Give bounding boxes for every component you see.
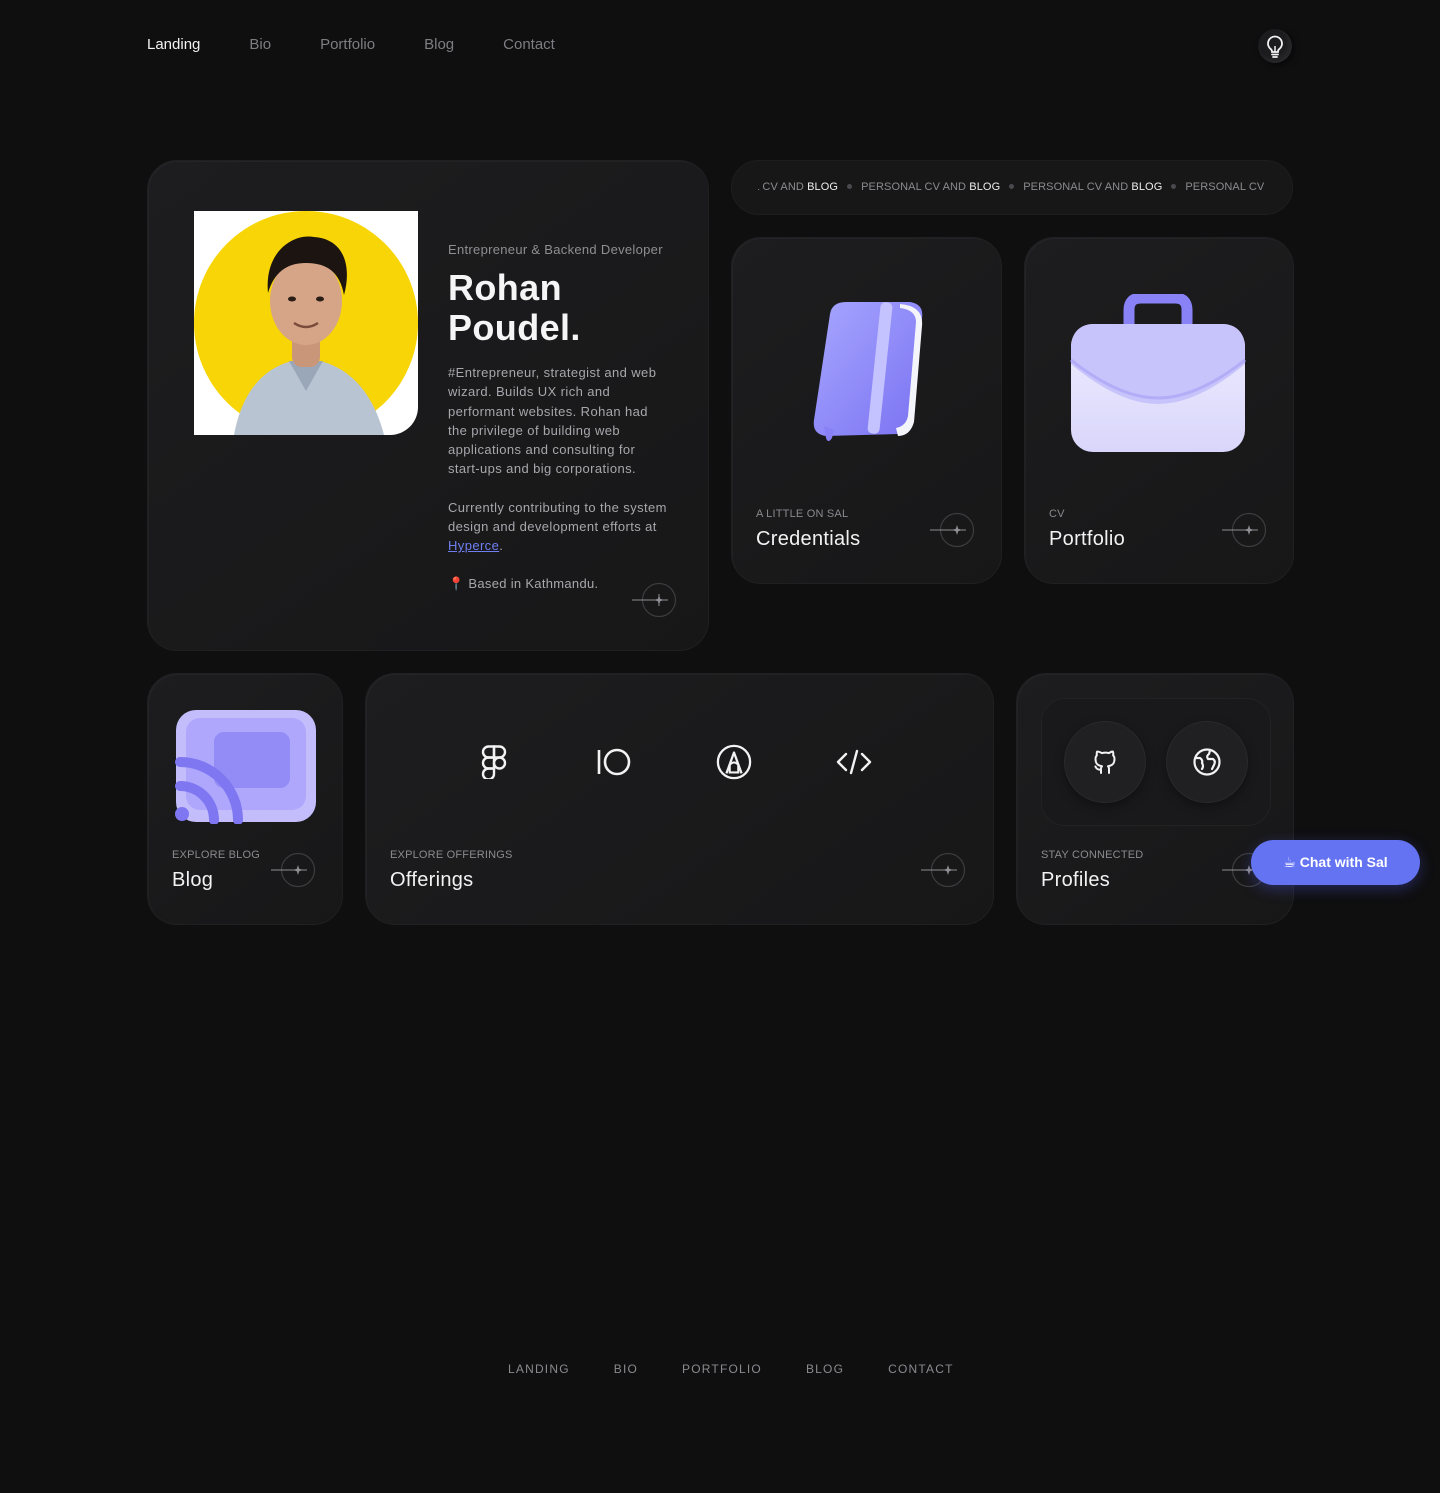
nav-landing[interactable]: Landing bbox=[147, 36, 200, 53]
rss-cast-icon bbox=[175, 710, 316, 824]
social-links-box bbox=[1041, 698, 1271, 826]
role-label: Entrepreneur & Backend Developer bbox=[448, 242, 663, 257]
marquee-item: PERSONAL CV AND BLOG bbox=[861, 181, 1001, 193]
marquee-dot bbox=[1009, 184, 1015, 190]
bio-paragraph-2: Currently contributing to the system des… bbox=[448, 498, 668, 556]
credentials-eyebrow: A LITTLE ON SAL bbox=[756, 508, 849, 520]
offerings-eyebrow: EXPLORE OFFERINGS bbox=[390, 849, 513, 861]
offerings-icon-row bbox=[476, 744, 872, 780]
person-name: Rohan Poudel. bbox=[448, 268, 668, 348]
nav-contact[interactable]: Contact bbox=[503, 36, 555, 53]
footer-landing[interactable]: LANDING bbox=[508, 1362, 570, 1376]
footer-contact[interactable]: CONTACT bbox=[888, 1362, 954, 1376]
intro-card[interactable]: Entrepreneur & Backend Developer Rohan P… bbox=[147, 160, 709, 651]
blog-card[interactable]: EXPLORE BLOG Blog bbox=[147, 673, 343, 925]
code-icon bbox=[836, 744, 872, 780]
nav-bio[interactable]: Bio bbox=[249, 36, 271, 53]
marquee-banner: AL CV AND BLOG PERSONAL CV AND BLOG PERSON… bbox=[731, 160, 1293, 215]
name-line-1: Rohan bbox=[448, 267, 562, 308]
arrow-icon[interactable] bbox=[1222, 512, 1268, 548]
credentials-label: A LITTLE ON SAL Credentials bbox=[756, 508, 860, 551]
profiles-eyebrow: STAY CONNECTED bbox=[1041, 849, 1144, 861]
footer-portfolio[interactable]: PORTFOLIO bbox=[682, 1362, 762, 1376]
figma-icon bbox=[476, 744, 512, 780]
arrow-icon[interactable] bbox=[632, 582, 678, 618]
footer-bio[interactable]: BIO bbox=[614, 1362, 638, 1376]
credentials-card[interactable]: A LITTLE ON SAL Credentials bbox=[731, 237, 1002, 584]
marquee-item: PERSONAL CV AND BLOG bbox=[1023, 181, 1163, 193]
book-icon bbox=[813, 302, 923, 441]
intro-text: Entrepreneur & Backend Developer Rohan P… bbox=[448, 241, 668, 592]
blog-title: Blog bbox=[172, 869, 214, 891]
bio-paragraph-1: #Entrepreneur, strategist and web wizard… bbox=[448, 365, 657, 477]
lightbulb-icon bbox=[1267, 35, 1283, 58]
profiles-card[interactable]: STAY CONNECTED Profiles bbox=[1016, 673, 1294, 925]
website-button[interactable] bbox=[1166, 721, 1248, 803]
marquee-track: AL CV AND BLOG PERSONAL CV AND BLOG PERSON… bbox=[758, 181, 1270, 193]
nav-portfolio[interactable]: Portfolio bbox=[320, 36, 375, 53]
pin-icon: 📍 bbox=[448, 575, 465, 591]
marquee-item: PERSONAL CV bbox=[1185, 181, 1265, 193]
globe-icon bbox=[1193, 748, 1221, 776]
github-icon bbox=[1094, 750, 1116, 774]
marquee-dot bbox=[847, 184, 853, 190]
nav-blog[interactable]: Blog bbox=[424, 36, 454, 53]
offerings-label: EXPLORE OFFERINGS Offerings bbox=[390, 849, 513, 892]
location-text: Based in Kathmandu. bbox=[468, 575, 599, 591]
top-nav: Landing Bio Portfolio Blog Contact bbox=[147, 36, 604, 53]
theme-toggle-button[interactable] bbox=[1258, 29, 1292, 63]
hyperce-link[interactable]: Hyperce bbox=[448, 538, 499, 553]
bio-p2-prefix: Currently contributing to the system des… bbox=[448, 499, 667, 535]
offerings-title: Offerings bbox=[390, 869, 474, 891]
arrow-icon[interactable] bbox=[930, 512, 976, 548]
blog-label: EXPLORE BLOG Blog bbox=[172, 849, 260, 892]
avatar bbox=[194, 211, 418, 435]
marquee-dot bbox=[1171, 184, 1177, 190]
arrow-icon[interactable] bbox=[921, 852, 967, 888]
pen-tool-icon bbox=[716, 744, 752, 780]
bio-p2-suffix: . bbox=[499, 538, 504, 554]
portfolio-label: CV Portfolio bbox=[1049, 508, 1125, 551]
credentials-title: Credentials bbox=[756, 528, 861, 550]
portfolio-eyebrow: CV bbox=[1049, 508, 1065, 520]
arrow-icon[interactable] bbox=[271, 852, 317, 888]
github-button[interactable] bbox=[1064, 721, 1146, 803]
marquee-item: AL CV AND BLOG bbox=[758, 181, 839, 193]
profiles-title: Profiles bbox=[1041, 869, 1111, 891]
offerings-card[interactable]: EXPLORE OFFERINGS Offerings bbox=[365, 673, 994, 925]
profiles-label: STAY CONNECTED Profiles bbox=[1041, 849, 1143, 892]
profile-photo bbox=[194, 211, 418, 435]
briefcase-icon bbox=[1070, 294, 1246, 452]
chat-button[interactable]: ☕ Chat with Sal bbox=[1251, 840, 1420, 885]
framer-io-icon bbox=[596, 744, 632, 780]
blog-eyebrow: EXPLORE BLOG bbox=[172, 849, 260, 861]
portfolio-title: Portfolio bbox=[1049, 528, 1126, 550]
footer-blog[interactable]: BLOG bbox=[806, 1362, 844, 1376]
footer-nav: LANDING BIO PORTFOLIO BLOG CONTACT bbox=[508, 1362, 954, 1376]
portfolio-card[interactable]: CV Portfolio bbox=[1024, 237, 1294, 584]
name-line-2: Poudel. bbox=[448, 307, 581, 348]
